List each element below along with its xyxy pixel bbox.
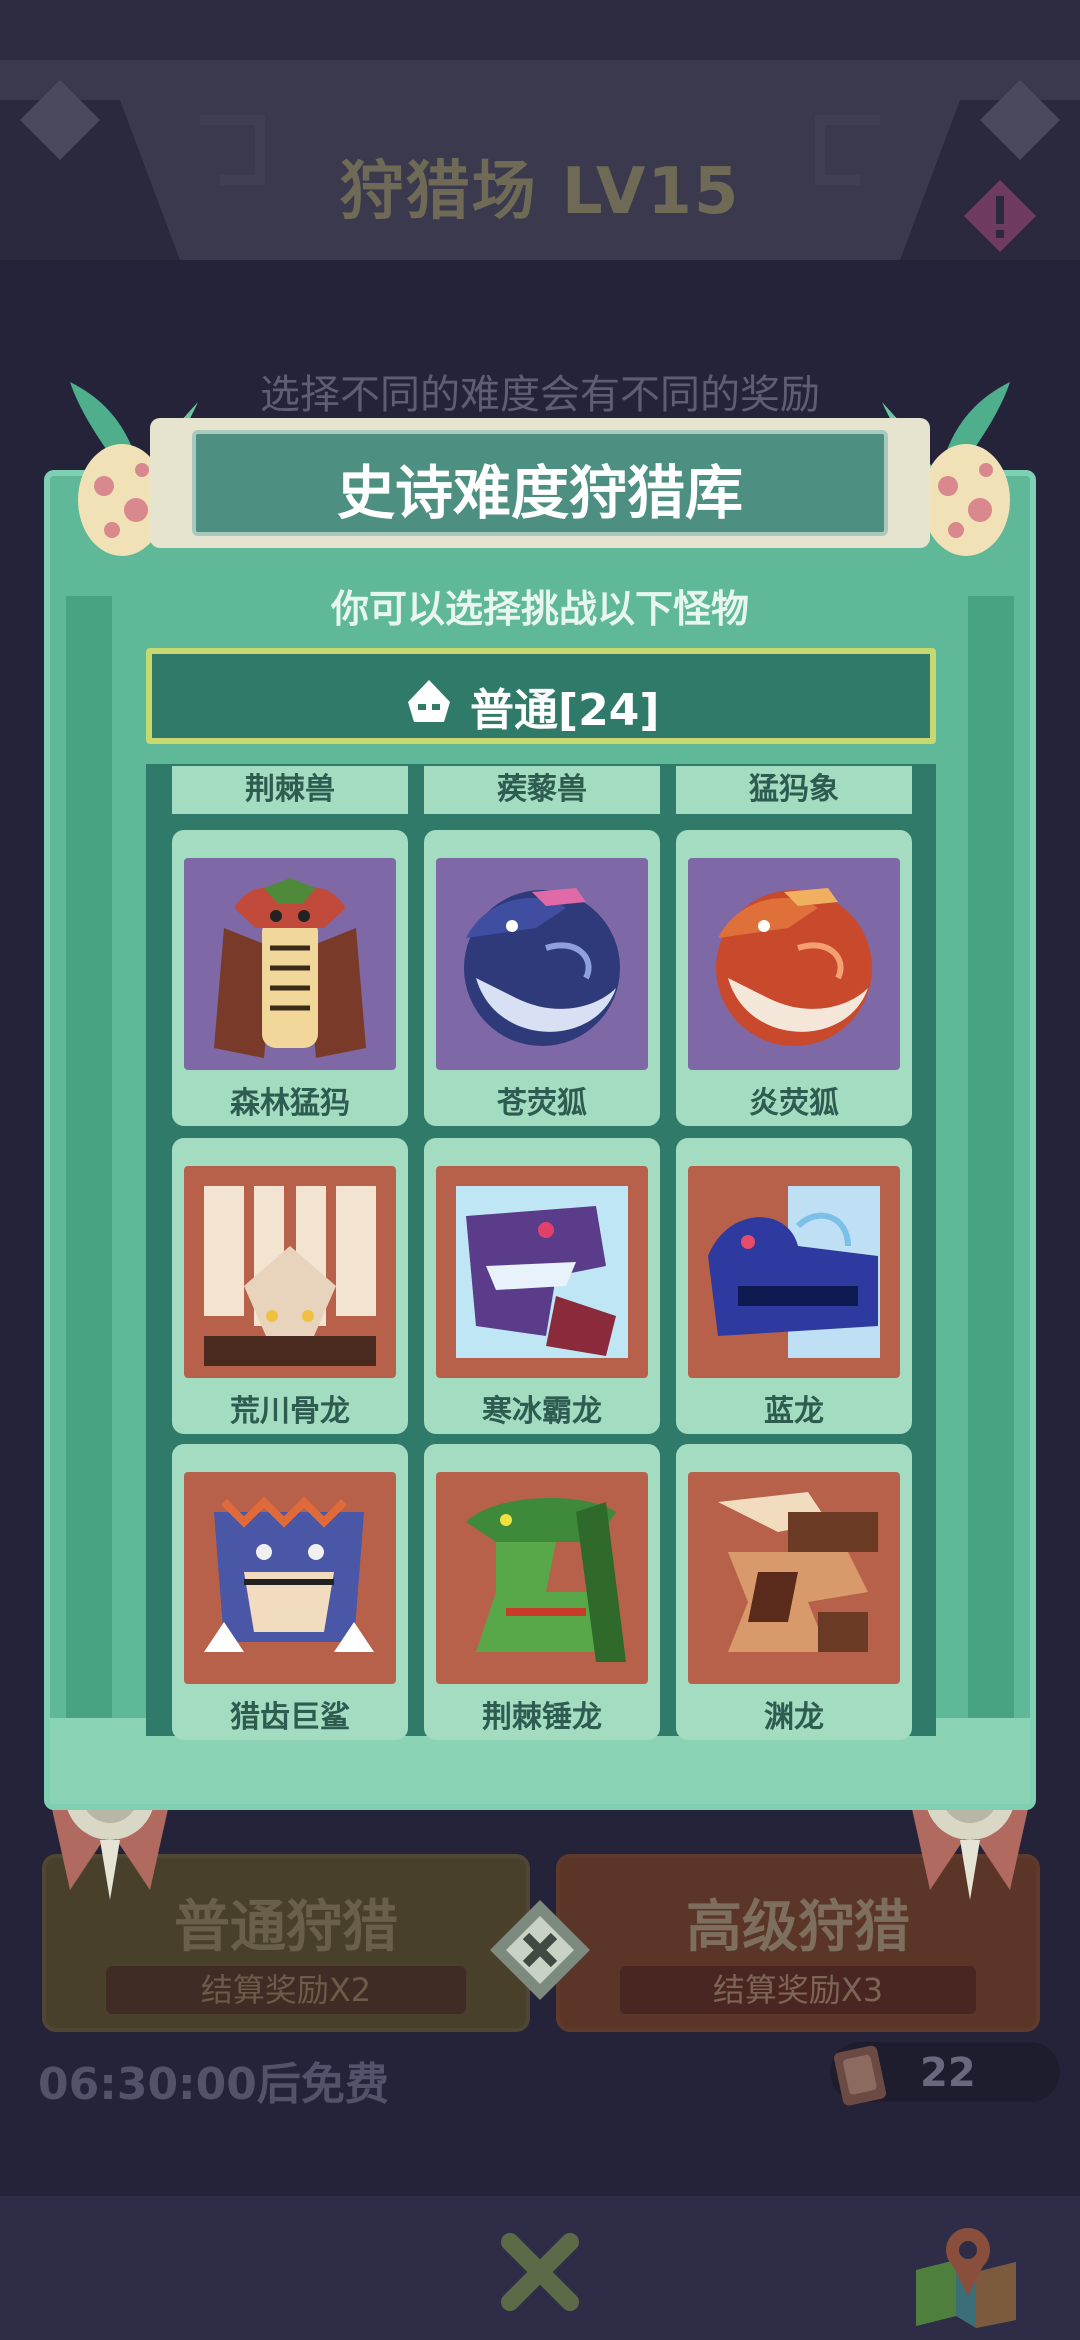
monster-name: 蓝龙	[764, 1394, 824, 1429]
monster-name-tab: 荆棘兽	[172, 766, 408, 814]
hunter-helmet-icon	[408, 680, 450, 722]
warning-icon[interactable]	[960, 176, 1040, 256]
monster-card-flame-fox[interactable]: 炎荧狐	[676, 830, 912, 1126]
panel-side-trim	[968, 596, 1014, 1776]
ticket-count: 22	[920, 2050, 976, 2096]
thorn-hammer-dragon-icon	[436, 1472, 648, 1684]
monster-name: 荆棘锤龙	[482, 1700, 602, 1735]
monster-card-bone-dragon[interactable]: 荒川骨龙	[172, 1138, 408, 1434]
monster-name-tab: 蒺藜兽	[424, 766, 660, 814]
monster-card-tooth-shark[interactable]: 猎齿巨鲨	[172, 1444, 408, 1740]
page-title: 狩猎场 LV15	[339, 155, 741, 229]
advanced-hunt-reward: 结算奖励X3	[620, 1966, 976, 2014]
panel-subtitle: 你可以选择挑战以下怪物	[330, 587, 749, 631]
category-label: 普通[24]	[470, 685, 660, 736]
abyss-dragon-icon	[688, 1472, 900, 1684]
normal-hunt-reward: 结算奖励X2	[106, 1966, 466, 2014]
blue-dragon-icon	[688, 1166, 900, 1378]
close-icon[interactable]	[492, 2224, 588, 2320]
monster-card-thorn-hammer-dragon[interactable]: 荆棘锤龙	[424, 1444, 660, 1740]
panel-title: 史诗难度狩猎库	[336, 459, 743, 527]
forest-mammoth-icon	[184, 858, 396, 1070]
monster-card-forest-mammoth[interactable]: 森林猛犸	[172, 830, 408, 1126]
monster-name: 寒冰霸龙	[482, 1394, 602, 1429]
monster-card-abyss-dragon[interactable]: 渊龙	[676, 1444, 912, 1740]
free-timer-text: 06:30:00后免费	[38, 2059, 389, 2110]
panel-side-trim	[66, 596, 112, 1776]
monster-name: 森林猛犸	[230, 1086, 350, 1121]
ticket-icon	[834, 2045, 887, 2106]
monster-name-tab: 猛犸象	[676, 766, 912, 814]
ice-tyrant-icon	[436, 1166, 648, 1378]
monster-name: 渊龙	[764, 1700, 824, 1735]
monster-name: 荒川骨龙	[230, 1394, 350, 1429]
monster-name: 猎齿巨鲨	[230, 1700, 350, 1735]
map-icon[interactable]	[906, 2210, 1026, 2330]
tooth-shark-icon	[184, 1472, 396, 1684]
monster-card-blue-dragon[interactable]: 蓝龙	[676, 1138, 912, 1434]
flame-fox-icon	[688, 858, 900, 1070]
egg-right-icon	[922, 444, 1010, 556]
bone-dragon-icon	[184, 1166, 396, 1378]
monster-card-blue-fox[interactable]: 苍荧狐	[424, 830, 660, 1126]
monster-name: 苍荧狐	[497, 1086, 587, 1121]
versus-icon	[490, 1900, 590, 2000]
blue-fox-icon	[436, 858, 648, 1070]
monster-name: 炎荧狐	[749, 1086, 839, 1121]
monster-card-ice-tyrant[interactable]: 寒冰霸龙	[424, 1138, 660, 1434]
